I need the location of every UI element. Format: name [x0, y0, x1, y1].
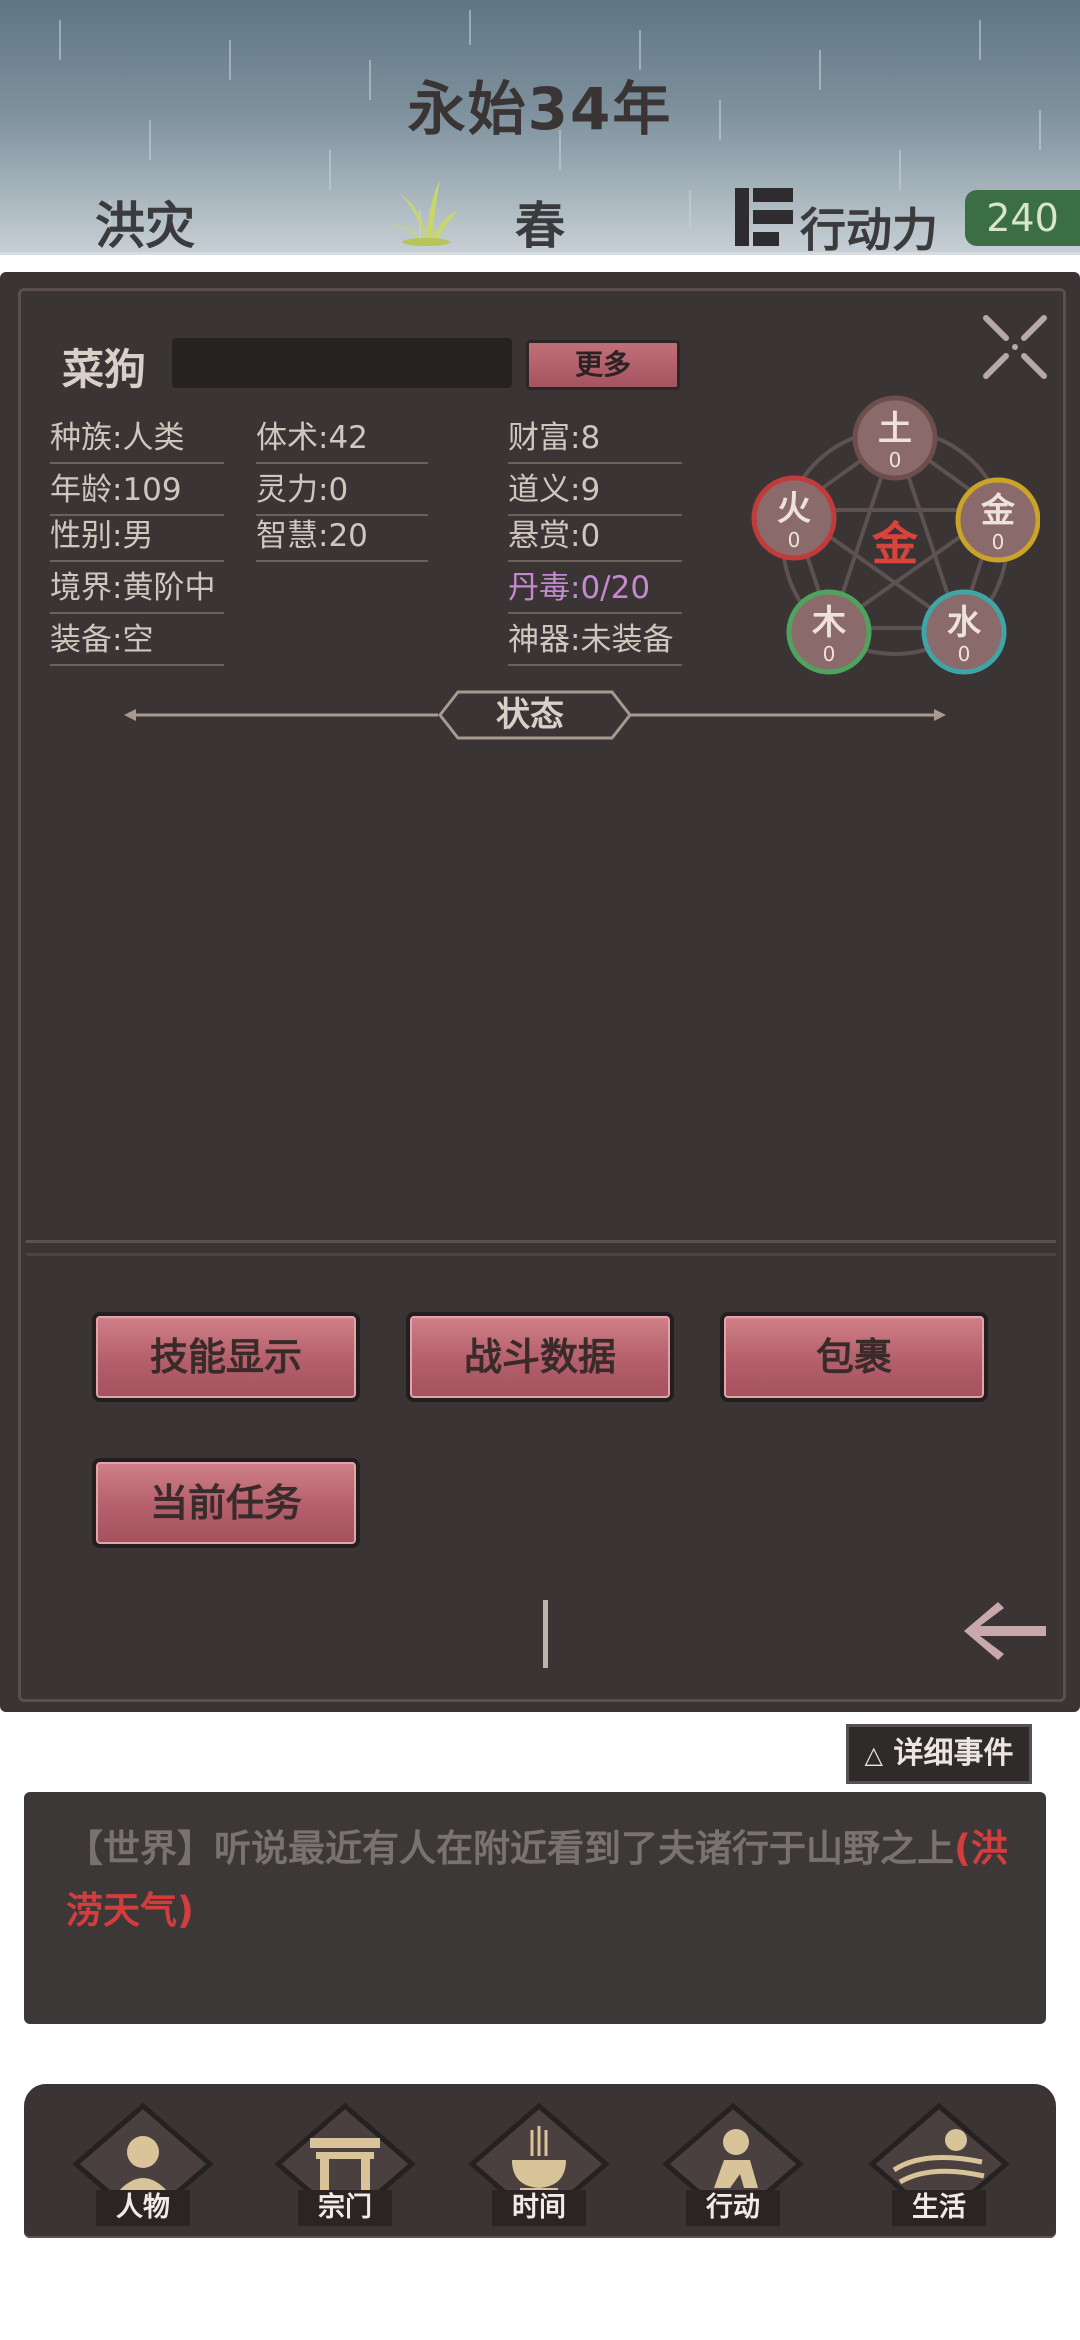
stat-realm: 境界:黄阶中 [50, 568, 224, 614]
nav-time[interactable]: 时间 [464, 2100, 614, 2230]
nav-label: 行动 [686, 2190, 780, 2226]
wuxing-fire[interactable]: 火 0 [751, 475, 837, 561]
season-label: 春 [515, 197, 565, 255]
panel-divider [26, 1240, 1056, 1256]
nav-label: 时间 [492, 2190, 586, 2226]
stat-bounty: 悬赏:0 [508, 516, 682, 562]
battle-data-button[interactable]: 战斗数据 [406, 1312, 674, 1402]
stat-pill-poison: 丹毒:0/20 [508, 568, 682, 614]
nav-label: 宗门 [298, 2190, 392, 2226]
element-value: 0 [958, 642, 971, 666]
wuxing-wood[interactable]: 木 0 [786, 589, 872, 675]
action-power-label: 行动力 [800, 203, 938, 255]
stat-morality: 道义:9 [508, 470, 682, 516]
stat-equipment: 装备:空 [50, 620, 224, 666]
nav-character[interactable]: 人物 [68, 2100, 218, 2230]
header-divider [0, 252, 1080, 255]
stat-spirit: 灵力:0 [256, 470, 428, 516]
character-title-bar [172, 338, 512, 388]
bag-button[interactable]: 包裹 [720, 1312, 988, 1402]
element-name: 火 [777, 489, 811, 529]
stat-gender: 性别:男 [50, 516, 224, 562]
stat-body: 体术:42 [256, 418, 428, 464]
wuxing-water[interactable]: 水 0 [921, 589, 1007, 675]
element-name: 水 [947, 603, 982, 643]
spring-grass-icon [392, 180, 458, 246]
close-icon[interactable] [980, 312, 1050, 382]
nav-life[interactable]: 生活 [864, 2100, 1014, 2230]
nav-sect[interactable]: 宗门 [270, 2100, 420, 2230]
five-elements-chart[interactable]: 金 土 0 金 0 水 0 木 0 火 0 [740, 390, 1040, 680]
wuxing-earth[interactable]: 土 0 [852, 395, 938, 481]
event-log-message: 【世界】听说最近有人在附近看到了夫诸行于山野之上 [66, 1827, 954, 1870]
stat-wealth: 财富:8 [508, 418, 682, 464]
event-log-box: 【世界】听说最近有人在附近看到了夫诸行于山野之上(洪涝天气) [24, 1792, 1046, 2024]
element-value: 0 [788, 528, 801, 552]
status-title: 状态 [496, 695, 564, 735]
element-name: 木 [811, 603, 846, 643]
nav-label: 生活 [892, 2190, 986, 2226]
element-name: 金 [980, 491, 1016, 531]
action-power-value: 240 [965, 190, 1080, 246]
stat-age: 年龄:109 [50, 470, 224, 516]
character-name: 菜狗 [62, 345, 147, 394]
nav-label: 人物 [96, 2190, 190, 2226]
element-name: 土 [878, 409, 912, 449]
detail-events-button[interactable]: △ 详细事件 [846, 1724, 1032, 1784]
year-title: 永始34年 [407, 75, 673, 143]
scroll-indicator [543, 1600, 548, 1668]
element-value: 0 [992, 530, 1005, 554]
more-button[interactable]: 更多 [526, 340, 680, 390]
back-arrow-icon[interactable] [958, 1598, 1050, 1664]
detail-events-label: 详细事件 [893, 1736, 1014, 1771]
stat-artifact: 神器:未装备 [508, 620, 682, 666]
stat-wisdom: 智慧:20 [256, 516, 428, 562]
current-quest-button[interactable]: 当前任务 [92, 1458, 360, 1548]
triangle-icon: △ [864, 1741, 883, 1769]
wuxing-metal[interactable]: 金 0 [955, 477, 1040, 563]
event-log-text: 【世界】听说最近有人在附近看到了夫诸行于山野之上(洪涝天气) [66, 1818, 1016, 1942]
skills-display-button[interactable]: 技能显示 [92, 1312, 360, 1402]
element-value: 0 [823, 642, 836, 666]
action-power-icon [735, 188, 793, 246]
weather-label: 洪灾 [95, 197, 195, 255]
top-header: 永始34年 洪灾 春 行动力 240 [0, 0, 1080, 255]
element-value: 0 [889, 448, 902, 472]
nav-action[interactable]: 行动 [658, 2100, 808, 2230]
wuxing-center-label: 金 [871, 517, 919, 571]
stat-race: 种族:人类 [50, 418, 224, 464]
